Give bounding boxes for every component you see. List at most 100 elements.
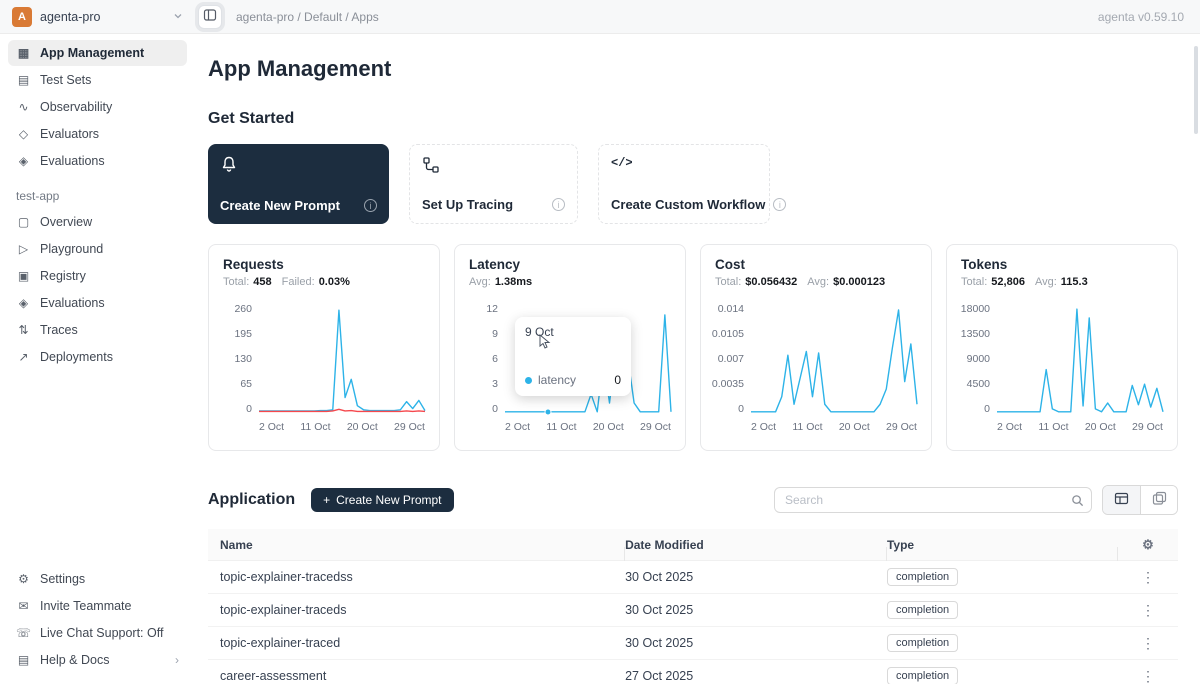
sidebar-collapse-icon: [203, 8, 217, 25]
x-tick-label: 29 Oct: [1132, 421, 1163, 433]
chart-plot: [997, 304, 1163, 414]
sidebar-item-label: Traces: [40, 323, 78, 337]
app-name: topic-explainer-tracedss: [208, 570, 625, 584]
x-tick-label: 11 Oct: [792, 421, 822, 433]
y-axis: 00.00350.0070.01050.014: [715, 304, 751, 414]
x-tick-label: 20 Oct: [839, 421, 870, 433]
stat-title: Tokens: [961, 257, 1163, 272]
requests-chart: 065130195260: [223, 304, 425, 414]
y-tick-label: 0.0035: [712, 379, 744, 390]
sidebar-item-app-management[interactable]: ▦ App Management: [8, 40, 187, 66]
sidebar-item-help-docs[interactable]: ▤ Help & Docs ›: [8, 647, 187, 673]
observability-icon: ∿: [16, 100, 31, 114]
table-row[interactable]: career-assessment 27 Oct 2025 completion…: [208, 660, 1178, 684]
evaluators-icon: ◇: [16, 127, 31, 141]
card-view-icon: [1152, 491, 1167, 509]
kebab-menu-icon[interactable]: ⋮: [1133, 569, 1163, 586]
create-new-prompt-button[interactable]: + Create New Prompt: [311, 488, 453, 512]
breadcrumb[interactable]: agenta-pro / Default / Apps: [236, 10, 379, 24]
gear-icon[interactable]: ⚙: [1142, 537, 1154, 553]
sidebar-item-app-evaluations[interactable]: ◈ Evaluations: [8, 290, 187, 316]
sidebar-item-playground[interactable]: ▷ Playground: [8, 236, 187, 262]
chat-icon: ☏: [16, 626, 31, 640]
column-header-date-modified: Date Modified: [625, 538, 887, 552]
sidebar-item-settings[interactable]: ⚙ Settings: [8, 566, 187, 592]
sidebar-item-label: Help & Docs: [40, 653, 109, 667]
sidebar-item-label: Evaluators: [40, 127, 99, 141]
chevron-down-icon: [173, 8, 183, 26]
stat-title: Latency: [469, 257, 671, 272]
sidebar-item-test-sets[interactable]: ▤ Test Sets: [8, 67, 187, 93]
table-header: Name Date Modified Type ⚙: [208, 529, 1178, 561]
chart-point: [545, 408, 552, 415]
search-input[interactable]: [775, 493, 1063, 507]
app-name: career-assessment: [208, 669, 625, 683]
kebab-menu-icon[interactable]: ⋮: [1133, 668, 1163, 684]
sidebar-item-traces[interactable]: ⇅ Traces: [8, 317, 187, 343]
create-custom-workflow-card[interactable]: </> Create Custom Workflow i: [598, 144, 770, 224]
chart-tooltip: 9 Oct latency 0: [515, 317, 631, 396]
table-row[interactable]: topic-explainer-traceds 30 Oct 2025 comp…: [208, 594, 1178, 627]
table-row[interactable]: topic-explainer-traced 30 Oct 2025 compl…: [208, 627, 1178, 660]
sidebar-item-label: Evaluations: [40, 154, 105, 168]
stat-summary: Total:458 Failed:0.03%: [223, 276, 425, 288]
sidebar: ▦ App Management ▤ Test Sets ∿ Observabi…: [0, 34, 195, 684]
sidebar-item-registry[interactable]: ▣ Registry: [8, 263, 187, 289]
y-tick-label: 195: [234, 329, 252, 340]
sidebar-item-evaluators[interactable]: ◇ Evaluators: [8, 121, 187, 147]
info-icon[interactable]: i: [552, 198, 565, 211]
sidebar-item-overview[interactable]: ▢ Overview: [8, 209, 187, 235]
search-icon[interactable]: [1063, 494, 1091, 507]
topbar: A agenta-pro agenta-pro / Default / Apps…: [0, 0, 1200, 34]
y-tick-label: 9000: [967, 354, 990, 365]
y-tick-label: 130: [234, 354, 252, 365]
test-sets-icon: ▤: [16, 73, 31, 87]
app-name: topic-explainer-traced: [208, 636, 625, 650]
chart-plot: [259, 304, 425, 414]
create-new-prompt-card[interactable]: Create New Prompt i: [208, 144, 389, 224]
sidebar-item-live-chat[interactable]: ☏ Live Chat Support: Off: [8, 620, 187, 646]
sidebar-item-deployments[interactable]: ↗ Deployments: [8, 344, 187, 370]
stats-row: Requests Total:458 Failed:0.03% 06513019…: [208, 244, 1178, 451]
set-up-tracing-card[interactable]: Set Up Tracing i: [409, 144, 578, 224]
applications-table: Name Date Modified Type ⚙ topic-explaine…: [208, 529, 1178, 684]
x-tick-label: 29 Oct: [394, 421, 425, 433]
sidebar-item-observability[interactable]: ∿ Observability: [8, 94, 187, 120]
sidebar-item-label: Evaluations: [40, 296, 105, 310]
deployments-icon: ↗: [16, 350, 31, 364]
table-row[interactable]: topic-explainer-tracedss 30 Oct 2025 com…: [208, 561, 1178, 594]
sidebar-item-evaluations[interactable]: ◈ Evaluations: [8, 148, 187, 174]
x-tick-label: 29 Oct: [886, 421, 917, 433]
card-view-button[interactable]: [1140, 486, 1177, 514]
sidebar-item-invite-teammate[interactable]: ✉ Invite Teammate: [8, 593, 187, 619]
kebab-menu-icon[interactable]: ⋮: [1133, 635, 1163, 652]
code-icon: </>: [611, 156, 757, 170]
info-icon[interactable]: i: [773, 198, 786, 211]
app-date: 30 Oct 2025: [625, 570, 887, 584]
info-icon[interactable]: i: [364, 199, 377, 212]
kebab-menu-icon[interactable]: ⋮: [1133, 602, 1163, 619]
search-box: [774, 487, 1092, 513]
y-axis: 0450090001350018000: [961, 304, 997, 414]
sidebar-item-label: Deployments: [40, 350, 113, 364]
y-axis: 065130195260: [223, 304, 259, 414]
workspace-selector[interactable]: A agenta-pro: [0, 7, 195, 27]
scrollbar-thumb[interactable]: [1194, 46, 1198, 134]
x-tick-label: 2 Oct: [259, 421, 284, 433]
playground-icon: ▷: [16, 242, 31, 256]
stat-title: Requests: [223, 257, 425, 272]
sidebar-item-label: Invite Teammate: [40, 599, 131, 613]
sidebar-item-label: Live Chat Support: Off: [40, 626, 163, 640]
y-tick-label: 0: [492, 404, 498, 415]
y-tick-label: 0.014: [718, 304, 744, 315]
tokens-chart: 0450090001350018000: [961, 304, 1163, 414]
tooltip-series: latency: [538, 373, 576, 387]
x-tick-label: 20 Oct: [1085, 421, 1116, 433]
requests-stat-card: Requests Total:458 Failed:0.03% 06513019…: [208, 244, 440, 451]
sidebar-spacer: [8, 371, 187, 566]
sidebar-collapse-button[interactable]: [198, 5, 222, 29]
app-name: topic-explainer-traceds: [208, 603, 625, 617]
gear-icon: ⚙: [16, 572, 31, 586]
evaluations-icon: ◈: [16, 154, 31, 168]
table-view-button[interactable]: [1103, 486, 1140, 514]
